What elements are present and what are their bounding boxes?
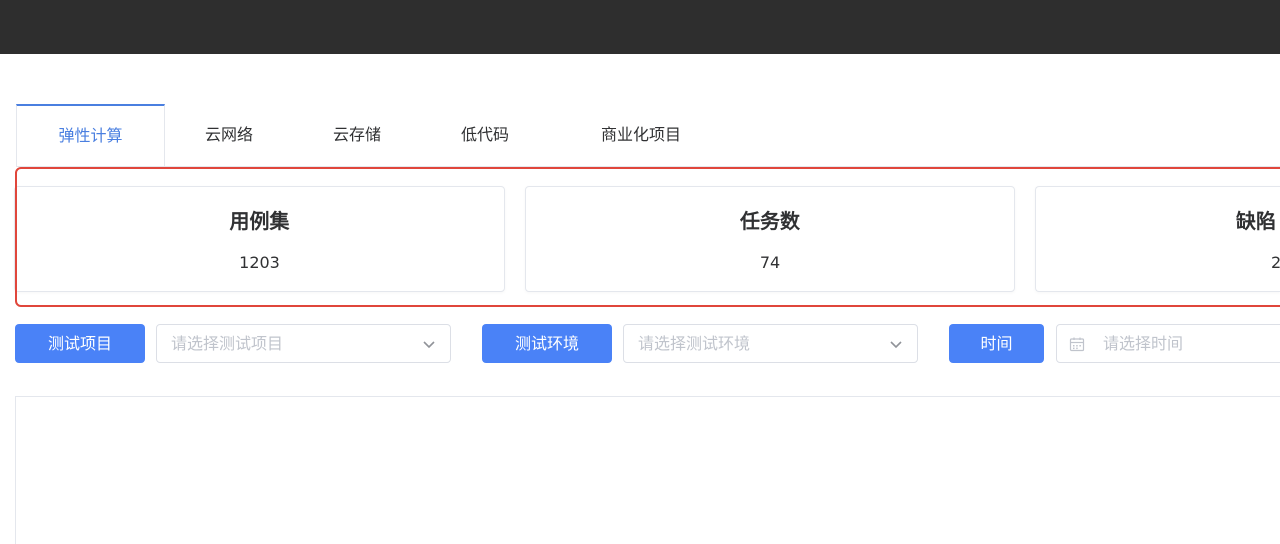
test-project-button[interactable]: 测试项目: [15, 324, 145, 363]
select-placeholder: 请选择测试项目: [171, 334, 284, 353]
tab-cloud-storage[interactable]: 云存储: [309, 104, 405, 166]
test-environment-select[interactable]: 请选择测试环境: [623, 324, 918, 363]
time-picker[interactable]: 请选择时间: [1056, 324, 1280, 363]
test-project-select[interactable]: 请选择测试项目: [156, 324, 451, 363]
chevron-down-icon: [890, 341, 902, 349]
test-environment-button[interactable]: 测试环境: [482, 324, 612, 363]
tab-cloud-network[interactable]: 云网络: [181, 104, 277, 166]
time-button[interactable]: 时间: [949, 324, 1044, 363]
select-placeholder: 请选择时间: [1103, 334, 1184, 353]
tab-commercial-project[interactable]: 商业化项目: [579, 104, 703, 166]
top-bar: [0, 0, 1280, 54]
highlight-box: [15, 167, 1280, 307]
tab-low-code[interactable]: 低代码: [437, 104, 533, 166]
page: 弹性计算 云网络 云存储 低代码 商业化项目 用例集 1203 任务数 74 缺…: [0, 0, 1280, 544]
chevron-down-icon: [423, 341, 435, 349]
select-placeholder: 请选择测试环境: [638, 334, 751, 353]
tab-bar: 弹性计算 云网络 云存储 低代码 商业化项目: [16, 104, 1280, 166]
tab-elastic-compute[interactable]: 弹性计算: [16, 104, 165, 166]
calendar-icon: [1069, 337, 1085, 352]
content-panel: [15, 396, 1280, 544]
